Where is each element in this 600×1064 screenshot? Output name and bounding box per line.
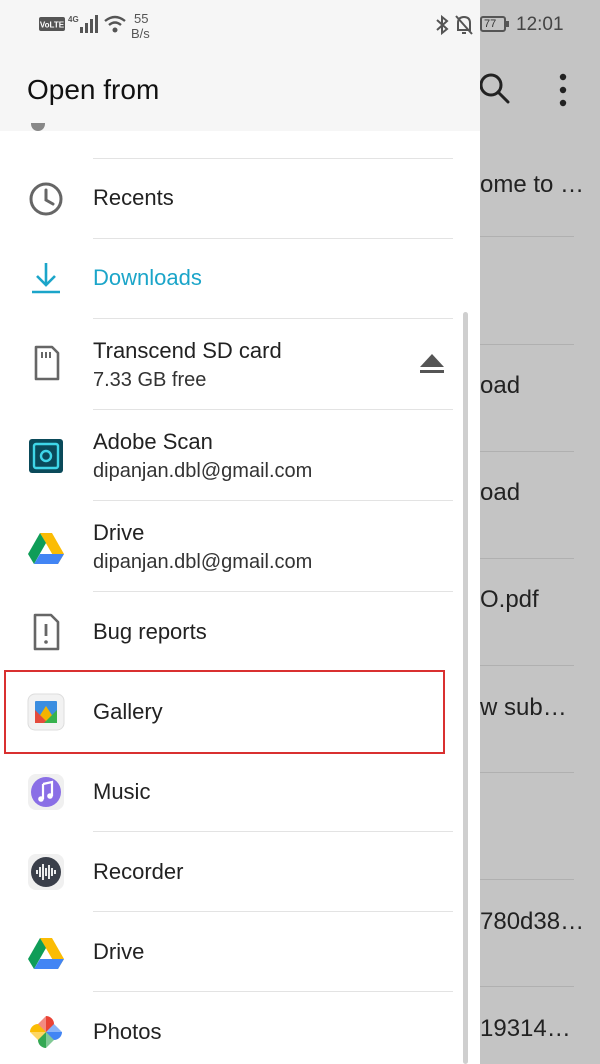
more-options-icon[interactable] xyxy=(555,72,571,108)
google-drive-icon xyxy=(28,533,64,564)
network-speed-value: 55 xyxy=(134,11,149,26)
bluetooth-icon xyxy=(436,14,449,36)
drawer-item-label: Transcend SD card xyxy=(93,338,282,363)
drawer-item-downloads[interactable]: Downloads xyxy=(0,239,480,318)
divider xyxy=(480,344,574,345)
battery-level: 77 xyxy=(484,18,497,30)
drawer-item-recents[interactable]: Recents xyxy=(0,160,480,238)
drawer-item-subtitle: dipanjan.dbl@gmail.com xyxy=(93,460,313,482)
drawer-item-bug-reports[interactable]: Bug reports xyxy=(0,592,480,670)
background-file-item[interactable]: 780d38… xyxy=(480,908,600,936)
status-bar-right: 77 12:01 xyxy=(436,0,600,52)
drawer-item-sd-card[interactable]: Transcend SD card 7.33 GB free xyxy=(0,319,480,409)
background-file-item[interactable]: w sub… xyxy=(480,694,600,722)
drawer-item-label: Drive xyxy=(93,939,145,964)
recorder-icon xyxy=(28,854,64,890)
background-file-item[interactable]: O.pdf xyxy=(480,586,600,614)
signal-icon: 4G xyxy=(68,15,98,33)
clock-icon xyxy=(29,182,63,216)
drawer-item-adobe-scan[interactable]: Adobe Scan dipanjan.dbl@gmail.com xyxy=(0,410,480,500)
drawer-scrollbar[interactable] xyxy=(463,312,468,1064)
battery-icon: 77 xyxy=(480,16,506,32)
background-file-item[interactable]: 19314… xyxy=(480,1015,600,1043)
drawer-item-label: Photos xyxy=(93,1019,162,1044)
divider xyxy=(480,772,574,773)
wifi-icon xyxy=(104,15,126,33)
status-bar: VoLTE 4G 55 B/s xyxy=(0,0,480,52)
drawer-item-label: Adobe Scan xyxy=(93,429,213,454)
drawer-item-label: Drive xyxy=(93,520,145,545)
divider xyxy=(480,986,574,987)
drawer-item-recorder[interactable]: Recorder xyxy=(0,832,480,911)
background-file-item[interactable]: ome to … xyxy=(480,171,600,199)
battery-tip xyxy=(506,21,509,27)
adobe-scan-icon xyxy=(29,439,63,473)
network-speed-unit: B/s xyxy=(131,26,150,41)
download-icon xyxy=(32,263,60,294)
drawer-item-drive[interactable]: Drive xyxy=(0,912,480,991)
drawer-item-label: Recorder xyxy=(93,859,184,884)
music-icon xyxy=(28,774,64,810)
bug-report-icon xyxy=(33,613,60,651)
eject-icon[interactable] xyxy=(419,353,445,375)
divider xyxy=(480,558,574,559)
divider xyxy=(93,158,453,159)
background-file-item[interactable]: oad xyxy=(480,479,600,507)
svg-text:4G: 4G xyxy=(68,15,79,24)
sd-card-icon xyxy=(34,345,60,381)
background-file-item[interactable]: oad xyxy=(480,372,600,400)
drawer-item-label: Recents xyxy=(93,185,174,210)
drawer-item-label: Downloads xyxy=(93,265,202,290)
drawer-item-music[interactable]: Music xyxy=(0,752,480,831)
drawer-item-photos[interactable]: Photos xyxy=(0,992,480,1064)
google-drive-icon xyxy=(28,938,64,969)
highlight-box xyxy=(4,670,445,754)
status-time: 12:01 xyxy=(516,14,564,35)
volte-icon: VoLTE xyxy=(39,17,65,31)
divider xyxy=(480,665,574,666)
drawer-item-subtitle: dipanjan.dbl@gmail.com xyxy=(93,551,313,573)
drawer-item-subtitle: 7.33 GB free xyxy=(93,369,207,391)
page-title: Open from xyxy=(27,74,160,105)
drawer-item-drive-account[interactable]: Drive dipanjan.dbl@gmail.com xyxy=(0,501,480,591)
drawer-item-label: Music xyxy=(93,779,151,804)
search-icon[interactable] xyxy=(478,72,512,106)
divider xyxy=(480,451,574,452)
svg-text:VoLTE: VoLTE xyxy=(40,21,65,30)
divider xyxy=(480,236,574,237)
notifications-off-icon xyxy=(455,15,473,35)
divider xyxy=(480,879,574,880)
photos-icon xyxy=(30,1016,62,1048)
drawer-item-label: Bug reports xyxy=(93,619,207,644)
